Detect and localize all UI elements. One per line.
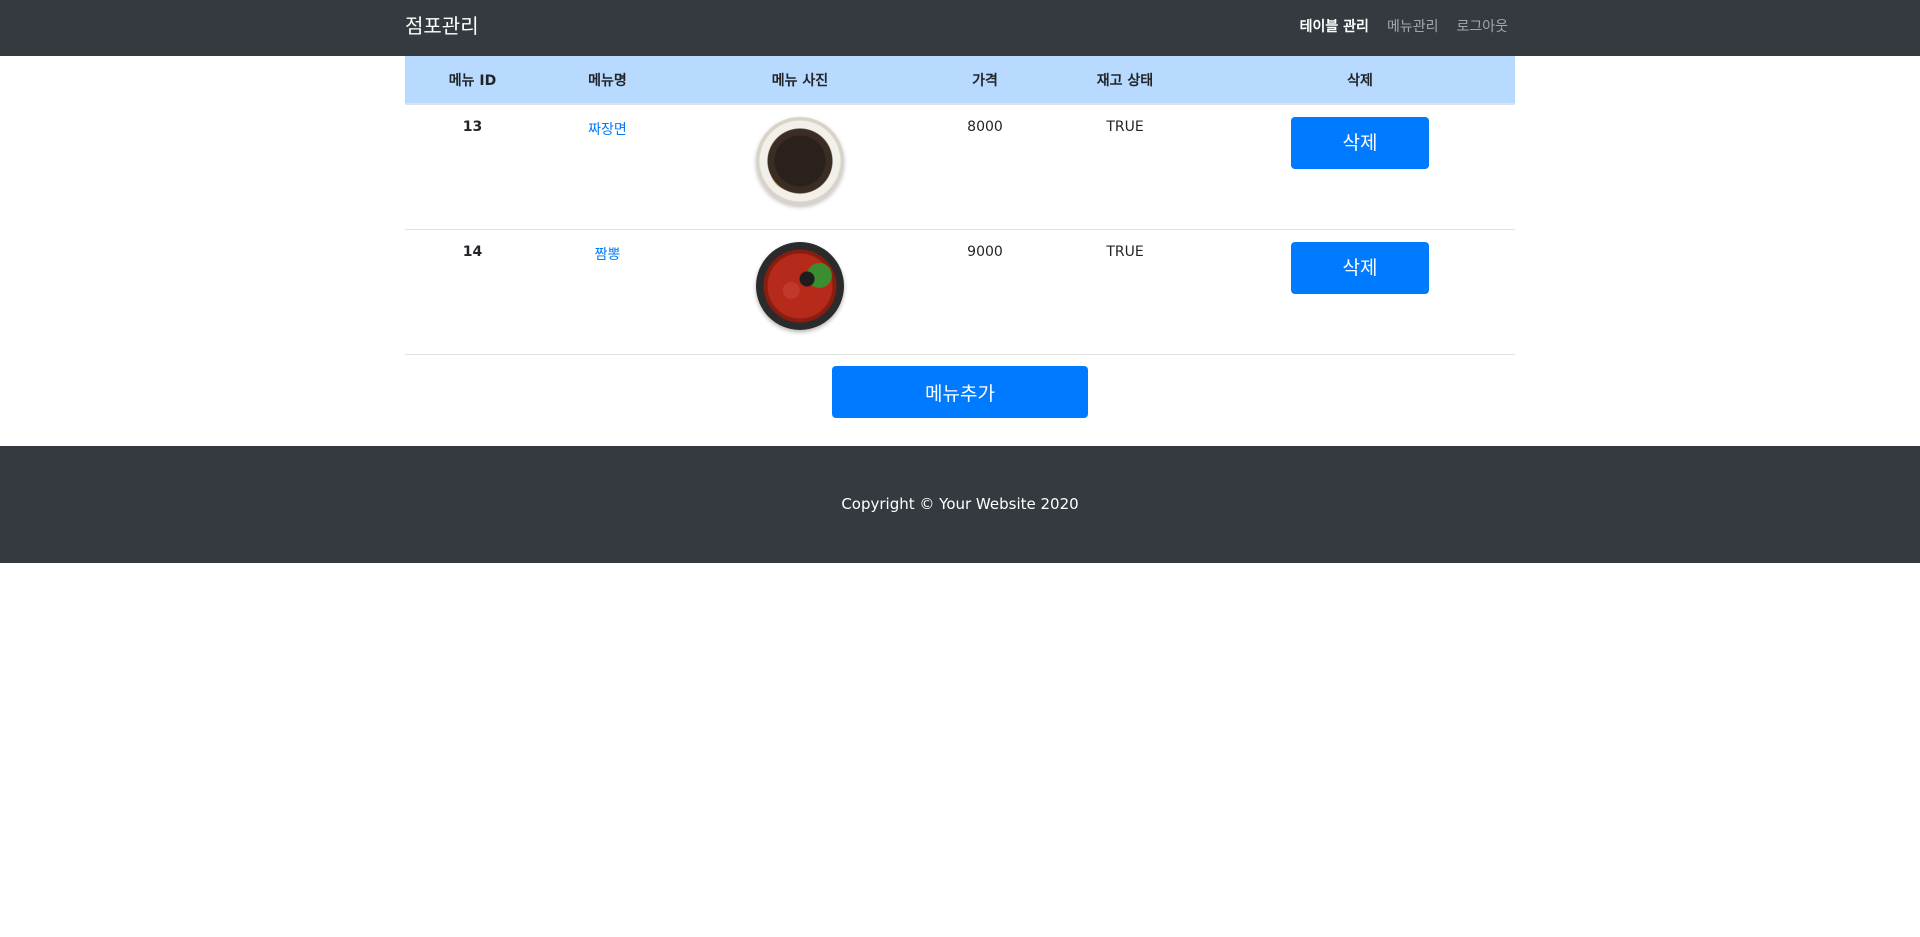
menu-name-link[interactable]: 짬뽕 xyxy=(595,247,621,263)
nav-table-management[interactable]: 테이블 관리 xyxy=(1300,17,1369,37)
nav-links: 테이블 관리 메뉴관리 로그아웃 xyxy=(1300,17,1508,37)
header-menu-name: 메뉴명 xyxy=(540,56,675,105)
delete-cell: 삭제 xyxy=(1205,229,1515,354)
footer: Copyright © Your Website 2020 xyxy=(0,446,1920,563)
header-price: 가격 xyxy=(925,56,1045,105)
jjajangmyeon-photo-icon xyxy=(756,117,844,205)
copyright-text: Copyright © Your Website 2020 xyxy=(841,495,1079,513)
menu-name-cell: 짬뽕 xyxy=(540,229,675,354)
menu-name-cell: 짜장면 xyxy=(540,104,675,229)
header-menu-id: 메뉴 ID xyxy=(405,56,540,105)
menu-photo-cell xyxy=(675,229,925,354)
delete-button[interactable]: 삭제 xyxy=(1291,241,1429,294)
header-stock-status: 재고 상태 xyxy=(1045,56,1205,105)
top-navbar: 점포관리 테이블 관리 메뉴관리 로그아웃 xyxy=(0,0,1920,56)
stock-cell: TRUE xyxy=(1106,119,1144,135)
nav-logout[interactable]: 로그아웃 xyxy=(1456,17,1508,37)
table-row: 14 짬뽕 9000 TRUE 삭제 xyxy=(405,229,1515,354)
table-header-row: 메뉴 ID 메뉴명 메뉴 사진 가격 재고 상태 삭제 xyxy=(405,56,1515,105)
menu-id-cell: 14 xyxy=(462,243,483,260)
menu-table: 메뉴 ID 메뉴명 메뉴 사진 가격 재고 상태 삭제 13 짜장면 8000 … xyxy=(405,56,1515,355)
jjamppong-photo-icon xyxy=(756,241,844,330)
menu-table-container: 메뉴 ID 메뉴명 메뉴 사진 가격 재고 상태 삭제 13 짜장면 8000 … xyxy=(405,56,1515,355)
header-delete: 삭제 xyxy=(1205,56,1515,105)
price-cell: 8000 xyxy=(967,119,1003,135)
add-menu-button[interactable]: 메뉴추가 xyxy=(832,366,1088,418)
menu-photo-cell xyxy=(675,104,925,229)
stock-cell: TRUE xyxy=(1106,243,1144,260)
header-menu-photo: 메뉴 사진 xyxy=(675,56,925,105)
nav-menu-management[interactable]: 메뉴관리 xyxy=(1387,17,1439,37)
price-cell: 9000 xyxy=(967,243,1003,260)
menu-id-cell: 13 xyxy=(462,119,483,135)
delete-button[interactable]: 삭제 xyxy=(1291,117,1429,169)
menu-name-link[interactable]: 짜장면 xyxy=(588,122,627,138)
delete-cell: 삭제 xyxy=(1205,104,1515,229)
table-row: 13 짜장면 8000 TRUE 삭제 xyxy=(405,104,1515,229)
brand-title[interactable]: 점포관리 xyxy=(405,13,479,39)
